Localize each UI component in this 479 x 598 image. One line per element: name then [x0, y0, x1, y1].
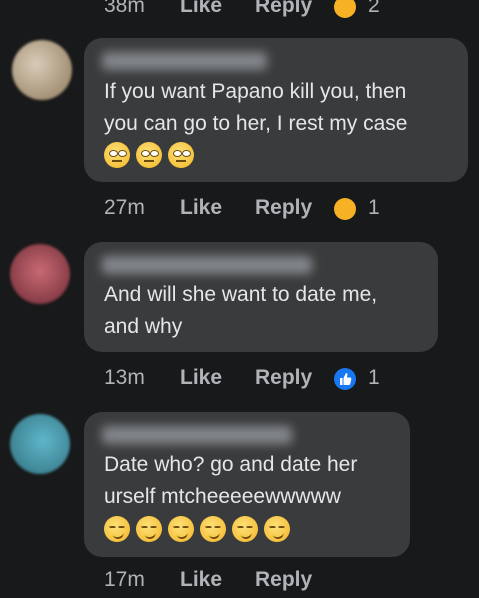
- avatar[interactable]: [10, 244, 70, 304]
- like-reaction-icon: [334, 368, 356, 390]
- like-button[interactable]: Like: [180, 0, 222, 18]
- haha-reaction-icon: [334, 0, 356, 18]
- comment-text-line: and why: [104, 315, 183, 338]
- like-button[interactable]: Like: [180, 196, 222, 220]
- reaction-count[interactable]: 2: [368, 0, 380, 18]
- emoji-row: [104, 516, 290, 542]
- smirking-face-icon: [200, 516, 226, 542]
- comment-meta-row: 27m Like Reply 1: [0, 194, 479, 226]
- like-button[interactable]: Like: [180, 568, 222, 592]
- face-with-rolling-eyes-icon: [136, 142, 162, 168]
- reaction-count[interactable]: 1: [368, 196, 380, 220]
- comment-bubble: And will she want to date me, and why: [84, 242, 438, 352]
- comment-text-line: urself mtcheeeeewwwww: [104, 485, 341, 508]
- face-with-rolling-eyes-icon: [104, 142, 130, 168]
- comment-timestamp: 13m: [104, 366, 145, 389]
- comment-timestamp: 38m: [104, 0, 145, 17]
- comment-text-line: And will she want to date me,: [104, 283, 378, 306]
- comment-text-line: you can go to her, I rest my case: [104, 112, 408, 135]
- comment-text-line: If you want Papano kill you, then: [104, 80, 407, 103]
- avatar[interactable]: [12, 40, 72, 100]
- comment-timestamp: 17m: [104, 568, 145, 591]
- commenter-name-blurred[interactable]: [102, 52, 267, 70]
- reaction-count[interactable]: 1: [368, 366, 380, 390]
- smirking-face-icon: [136, 516, 162, 542]
- like-button[interactable]: Like: [180, 366, 222, 390]
- reply-button[interactable]: Reply: [255, 0, 312, 18]
- comment-timestamp: 27m: [104, 196, 145, 219]
- face-with-rolling-eyes-icon: [168, 142, 194, 168]
- comment-meta-row: 13m Like Reply 1: [0, 364, 479, 396]
- reply-button[interactable]: Reply: [255, 366, 312, 390]
- smirking-face-icon: [168, 516, 194, 542]
- commenter-name-blurred[interactable]: [102, 256, 312, 274]
- comment-text-line: Date who? go and date her: [104, 453, 358, 476]
- commenter-name-blurred[interactable]: [102, 426, 292, 444]
- comment-bubble: If you want Papano kill you, then you ca…: [84, 38, 468, 182]
- comment-bubble: Date who? go and date her urself mtcheee…: [84, 412, 410, 557]
- comment-meta-row: 38m Like Reply 2: [0, 0, 479, 18]
- avatar[interactable]: [10, 414, 70, 474]
- reply-button[interactable]: Reply: [255, 196, 312, 220]
- haha-reaction-icon: [334, 198, 356, 220]
- emoji-row: [104, 142, 194, 168]
- reply-button[interactable]: Reply: [255, 568, 312, 592]
- smirking-face-icon: [232, 516, 258, 542]
- smirking-face-icon: [264, 516, 290, 542]
- smirking-face-icon: [104, 516, 130, 542]
- comment-meta-row: 17m Like Reply: [0, 566, 479, 598]
